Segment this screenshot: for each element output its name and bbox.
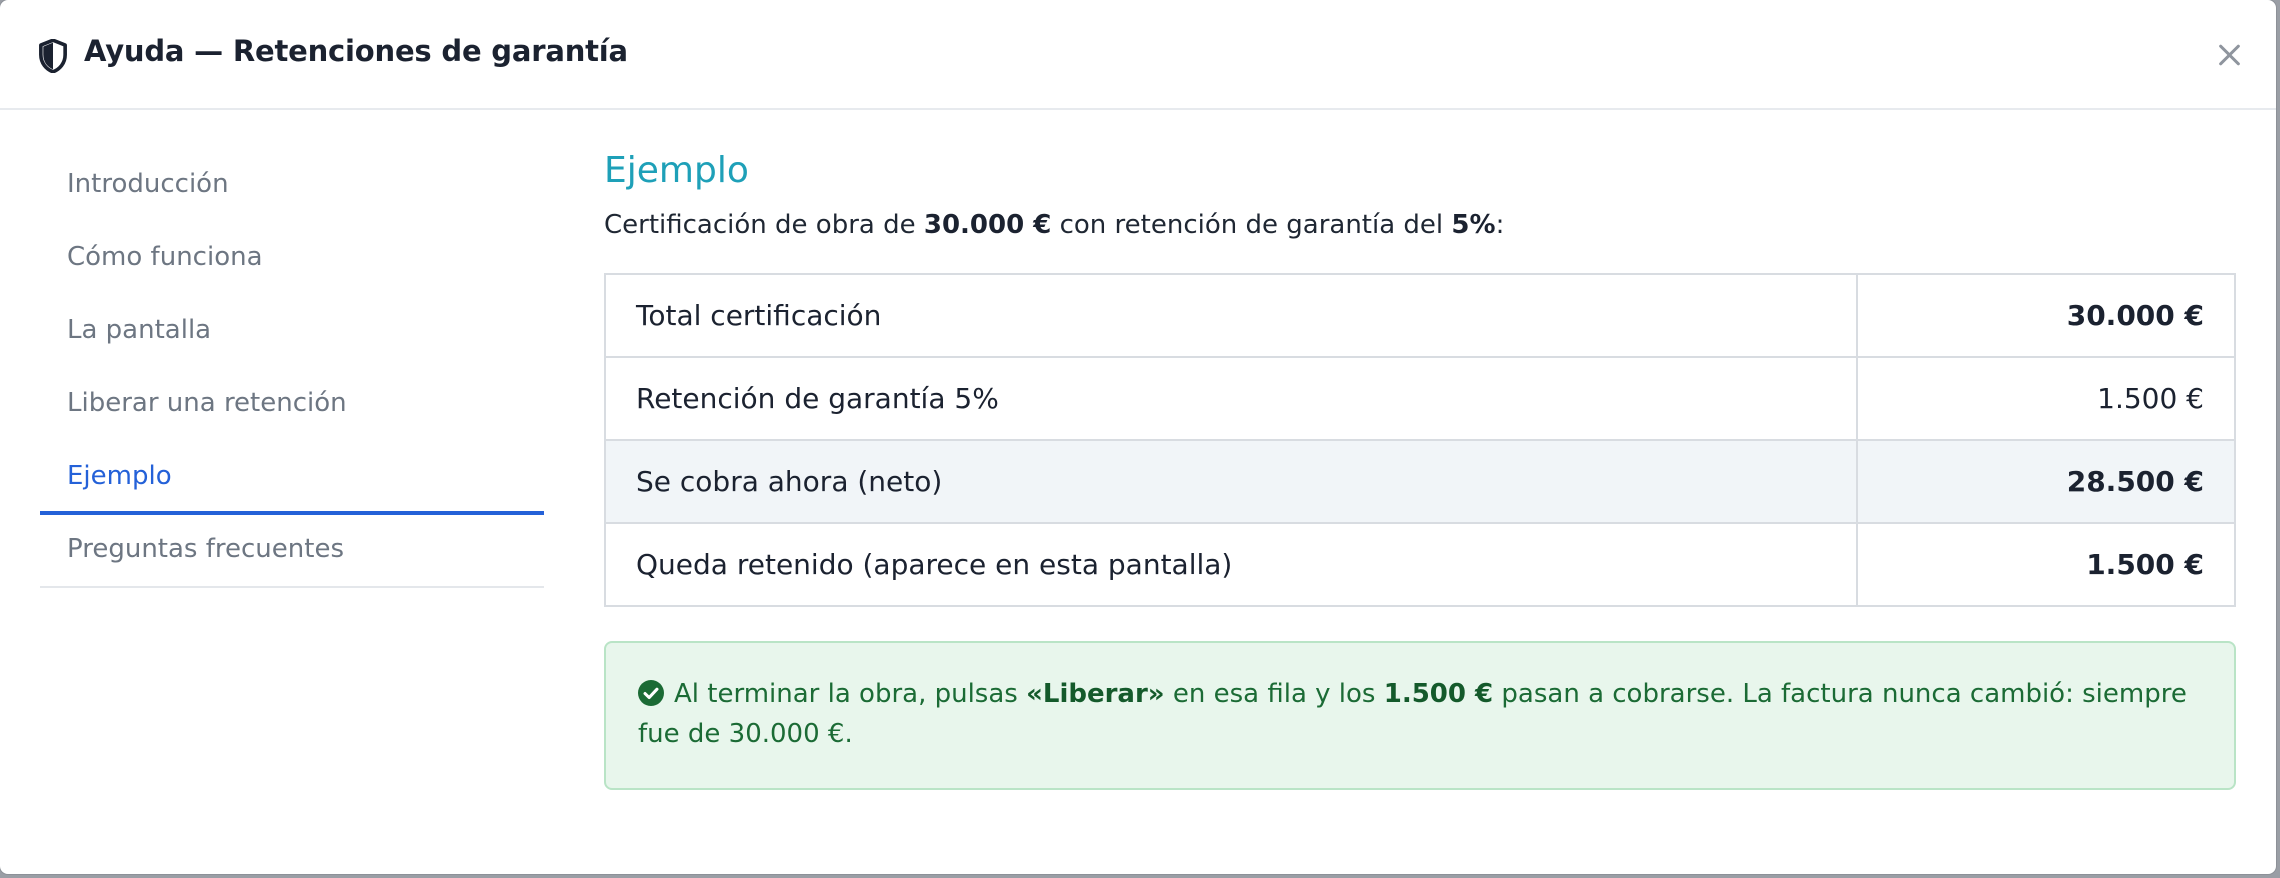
sidebar-item-introduccion[interactable]: Introducción bbox=[40, 148, 544, 221]
row-label: Queda retenido (aparece en esta pantalla… bbox=[604, 522, 1858, 607]
intro-text-part: Certificación de obra de bbox=[604, 210, 924, 240]
intro-percent: 5% bbox=[1451, 210, 1496, 240]
section-title: Ejemplo bbox=[604, 150, 749, 191]
row-amount: 1.500 € bbox=[1856, 356, 2236, 441]
intro-text-part: : bbox=[1495, 210, 1505, 240]
note-text-part: Al terminar la obra, pulsas bbox=[674, 679, 1027, 709]
row-amount: 1.500 € bbox=[1856, 522, 2236, 607]
row-label: Retención de garantía 5% bbox=[604, 356, 1858, 441]
success-note: Al terminar la obra, pulsas «Liberar» en… bbox=[604, 641, 2236, 790]
sidebar-item-preguntas-frecuentes[interactable]: Preguntas frecuentes bbox=[40, 513, 544, 586]
sidebar-item-como-funciona[interactable]: Cómo funciona bbox=[40, 221, 544, 294]
row-amount: 30.000 € bbox=[1856, 273, 2236, 358]
table-row: Se cobra ahora (neto) 28.500 € bbox=[604, 439, 2236, 524]
note-action: «Liberar» bbox=[1026, 679, 1165, 709]
intro-amount: 30.000 € bbox=[923, 210, 1052, 240]
sidebar-item-la-pantalla[interactable]: La pantalla bbox=[40, 294, 544, 367]
table-row: Queda retenido (aparece en esta pantalla… bbox=[604, 522, 2236, 607]
table-row: Retención de garantía 5% 1.500 € bbox=[604, 356, 2236, 441]
dialog-header: Ayuda — Retenciones de garantía bbox=[0, 0, 2276, 110]
help-sidebar-nav: Introducción Cómo funciona La pantalla L… bbox=[40, 148, 544, 588]
note-amount: 1.500 € bbox=[1383, 679, 1494, 709]
check-circle-icon bbox=[638, 680, 664, 706]
help-content: Ejemplo Certificación de obra de 30.000 … bbox=[604, 148, 2236, 790]
note-text-part: en esa fila y los bbox=[1164, 679, 1384, 709]
row-amount: 28.500 € bbox=[1856, 439, 2236, 524]
row-label: Se cobra ahora (neto) bbox=[604, 439, 1858, 524]
table-row: Total certificación 30.000 € bbox=[604, 273, 2236, 358]
intro-text-part: con retención de garantía del bbox=[1051, 210, 1452, 240]
sidebar-item-ejemplo[interactable]: Ejemplo bbox=[40, 440, 544, 515]
shield-icon bbox=[39, 39, 67, 73]
dialog-title: Ayuda — Retenciones de garantía bbox=[84, 34, 628, 68]
help-dialog: Ayuda — Retenciones de garantía Introduc… bbox=[0, 0, 2276, 874]
example-table: Total certificación 30.000 € Retención d… bbox=[604, 273, 2236, 607]
row-label: Total certificación bbox=[604, 273, 1858, 358]
sidebar-item-liberar-retencion[interactable]: Liberar una retención bbox=[40, 367, 544, 440]
intro-text: Certificación de obra de 30.000 € con re… bbox=[604, 210, 2236, 240]
close-icon[interactable] bbox=[2212, 38, 2246, 72]
